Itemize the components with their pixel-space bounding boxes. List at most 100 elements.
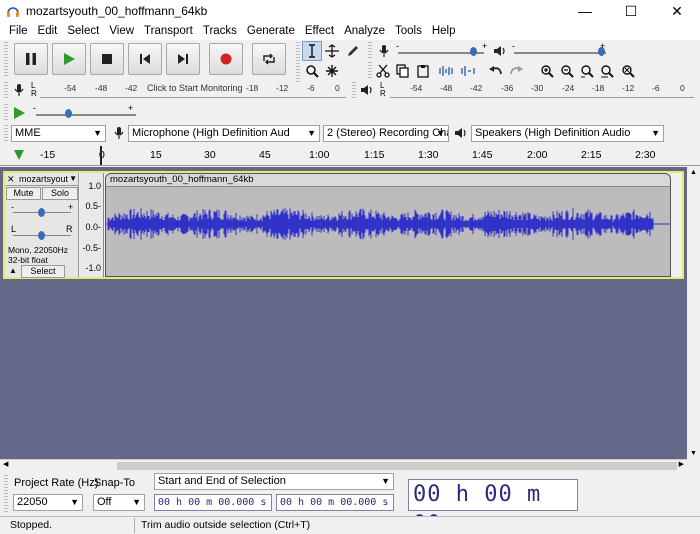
clip-waveform[interactable]: mozartsyouth_00_hoffmann_64kb [105, 173, 671, 277]
play-speed-knob[interactable] [65, 109, 72, 118]
track-menu-chevron-icon[interactable]: ▼ [69, 173, 77, 185]
zoom-toggle-button[interactable] [618, 61, 638, 81]
menu-tracks[interactable]: Tracks [198, 25, 242, 37]
audio-position-display[interactable]: 00 h 00 m 00 s [408, 479, 578, 534]
tools-toolbar-grip[interactable] [296, 42, 300, 82]
stop-icon [102, 54, 112, 64]
playback-meter-tick: 0 [680, 83, 685, 93]
paste-button[interactable] [413, 61, 433, 81]
click-to-start-monitoring[interactable]: Click to Start Monitoring [147, 83, 243, 93]
transport-toolbar-grip[interactable] [4, 42, 8, 78]
recording-device-select[interactable]: Microphone (High Definition Aud ▼ [128, 125, 320, 142]
maximize-button[interactable]: ☐ [608, 0, 654, 22]
track-vertical-ruler[interactable]: 1.0 0.5- 0.0- -0.5- -1.0 [80, 173, 104, 277]
clip-name[interactable]: mozartsyouth_00_hoffmann_64kb [106, 174, 670, 187]
track-panel[interactable]: ✕ mozartsyout ▼ Mute Solo - + L R Mono, … [0, 167, 687, 459]
playback-meter-grip[interactable] [352, 82, 356, 100]
selection-end-time[interactable]: 00 h 00 m 00.000 s [276, 494, 394, 511]
track-name-menu[interactable]: mozartsyout [19, 173, 68, 185]
status-state: Stopped. [10, 519, 53, 531]
audio-host-select[interactable]: MME ▼ [11, 125, 106, 142]
record-meter-grip[interactable] [4, 82, 8, 100]
play-at-speed-button[interactable] [9, 103, 29, 123]
redo-button[interactable] [506, 61, 526, 81]
playback-meter-tick: -30 [531, 83, 544, 93]
audio-track[interactable]: ✕ mozartsyout ▼ Mute Solo - + L R Mono, … [3, 171, 684, 279]
horizontal-scrollbar[interactable]: ◀ ▶ [0, 459, 687, 471]
playback-meter-tick: -6 [652, 83, 660, 93]
playback-device-select[interactable]: Speakers (High Definition Audio ▼ [471, 125, 664, 142]
trim-button[interactable] [436, 61, 456, 81]
track-select-button[interactable]: Select [21, 265, 65, 278]
waveform[interactable] [106, 187, 670, 277]
track-close-icon[interactable]: ✕ [7, 173, 15, 185]
selection-mode-select[interactable]: Start and End of Selection ▼ [154, 473, 394, 490]
horizontal-scroll-thumb[interactable] [117, 462, 677, 470]
zoom-tool-button[interactable] [302, 61, 322, 81]
play-button[interactable] [52, 43, 86, 75]
record-meter[interactable]: -54 -48 -42 Click to Start Monitoring -1… [40, 82, 346, 102]
timeline-ruler[interactable]: -15 0 15 30 45 1:00 1:15 1:30 1:45 2:00 … [0, 146, 700, 166]
zoom-out-button[interactable] [557, 61, 577, 81]
record-meter-tick: -12 [276, 83, 289, 93]
menu-analyze[interactable]: Analyze [339, 25, 390, 37]
menu-tools[interactable]: Tools [390, 25, 427, 37]
collapse-track-icon[interactable]: ▲ [9, 266, 17, 275]
snap-to-select[interactable]: Off ▼ [93, 494, 145, 511]
fit-selection-button[interactable] [577, 61, 597, 81]
audacity-logo-icon [6, 4, 20, 18]
menu-transport[interactable]: Transport [139, 25, 198, 37]
skip-to-end-button[interactable] [166, 43, 200, 75]
multi-tool-icon [326, 65, 338, 77]
close-button[interactable]: ✕ [654, 0, 700, 22]
timeline-play-head-icon[interactable] [13, 149, 25, 161]
menu-help[interactable]: Help [427, 25, 461, 37]
menu-generate[interactable]: Generate [242, 25, 300, 37]
playback-volume-slider[interactable] [514, 52, 606, 54]
play-speed-slider[interactable] [36, 114, 136, 116]
mute-button[interactable]: Mute [6, 187, 41, 200]
edit-toolbar-grip[interactable] [368, 62, 372, 80]
selection-tool-button[interactable] [302, 41, 322, 61]
recording-channels-select[interactable]: 2 (Stereo) Recording Chann▼ [323, 125, 449, 142]
recording-volume-knob[interactable] [470, 47, 477, 56]
loop-button[interactable] [252, 43, 286, 75]
menu-file[interactable]: File [4, 25, 33, 37]
play-icon [64, 53, 75, 65]
undo-button[interactable] [486, 61, 506, 81]
solo-button[interactable]: Solo [42, 187, 78, 200]
menu-view[interactable]: View [104, 25, 139, 37]
record-meter-tick: 0 [335, 83, 340, 93]
record-volume-grip[interactable] [368, 42, 372, 60]
cut-button[interactable] [373, 61, 393, 81]
zoom-in-button[interactable] [537, 61, 557, 81]
chevron-down-icon: ▼ [307, 128, 316, 138]
playback-meter[interactable]: -54 -48 -42 -36 -30 -24 -18 -12 -6 0 [390, 82, 694, 102]
draw-tool-button[interactable] [343, 41, 363, 61]
toolbar-area: - + - + LR -54 -48 -42 Click to Start Mo… [0, 40, 700, 125]
timeline-tick: 30 [204, 149, 216, 161]
play-at-speed-grip[interactable] [4, 104, 8, 122]
menu-effect[interactable]: Effect [300, 25, 339, 37]
project-rate-select[interactable]: 22050 ▼ [13, 494, 83, 511]
scroll-up-icon: ▲ [690, 169, 697, 176]
record-button[interactable] [209, 43, 243, 75]
vertical-scrollbar[interactable]: ▲ ▼ [687, 167, 700, 459]
multi-tool-button[interactable] [322, 61, 342, 81]
pan-slider-knob[interactable] [38, 231, 45, 240]
menu-select[interactable]: Select [62, 25, 104, 37]
timeline-tick: 45 [259, 149, 271, 161]
minimize-button[interactable]: — [562, 0, 608, 22]
gain-slider-knob[interactable] [38, 208, 45, 217]
silence-button[interactable] [458, 61, 478, 81]
pause-button[interactable] [14, 43, 48, 75]
pause-icon [26, 53, 36, 65]
stop-button[interactable] [90, 43, 124, 75]
track-sample-format: 32-bit float [8, 255, 48, 265]
fit-project-button[interactable] [597, 61, 617, 81]
selection-start-time[interactable]: 00 h 00 m 00.000 s [154, 494, 272, 511]
envelope-tool-button[interactable] [322, 41, 342, 61]
skip-to-start-button[interactable] [128, 43, 162, 75]
menu-edit[interactable]: Edit [33, 25, 63, 37]
copy-button[interactable] [393, 61, 413, 81]
